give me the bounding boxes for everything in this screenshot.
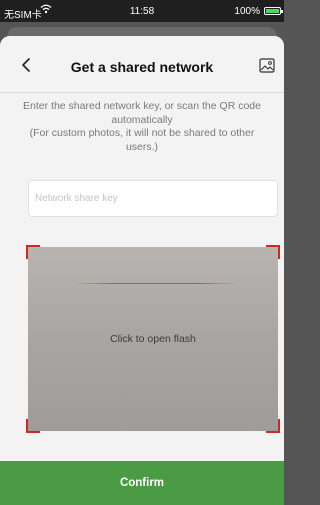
- battery-icon: [264, 7, 283, 15]
- confirm-button[interactable]: Confirm: [0, 461, 284, 505]
- scanner-corner-bottom-left: [26, 419, 40, 433]
- battery-percent: 100%: [234, 6, 260, 17]
- shared-network-modal: Get a shared network Enter the shared ne…: [0, 36, 284, 505]
- scanner-corner-top-left: [26, 245, 40, 259]
- scanner-corner-top-right: [266, 245, 280, 259]
- instructions-text: Enter the shared network key, or scan th…: [20, 100, 264, 154]
- flash-toggle-label[interactable]: Click to open flash: [28, 333, 278, 345]
- qr-scanner-area[interactable]: Click to open flash: [26, 245, 280, 433]
- instruction-line: Enter the shared network key, or scan th…: [23, 100, 261, 126]
- scanner-corner-bottom-right: [266, 419, 280, 433]
- instruction-line: (For custom photos, it will not be share…: [29, 127, 255, 153]
- scan-line: [73, 283, 238, 284]
- header-divider: [0, 92, 284, 93]
- network-share-key-input[interactable]: [28, 180, 278, 217]
- header: Get a shared network: [0, 36, 284, 92]
- page-title: Get a shared network: [70, 59, 214, 75]
- image-icon[interactable]: [259, 58, 275, 73]
- status-bar: 无SIM卡 11:58 100%: [0, 0, 284, 22]
